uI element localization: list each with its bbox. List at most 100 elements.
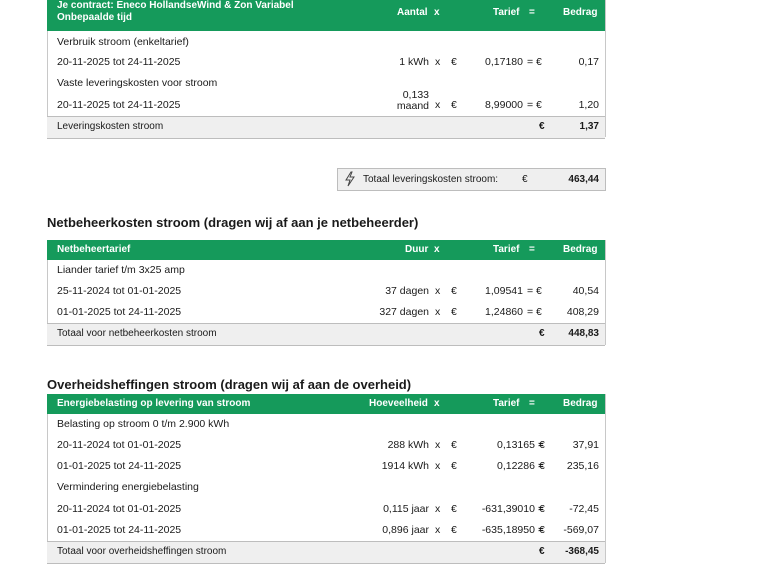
row-eq: €	[539, 460, 545, 472]
subheading-text: Liander tarief t/m 3x25 amp	[57, 264, 185, 276]
col-eq: =	[529, 7, 535, 18]
total-currency: €	[539, 328, 545, 339]
row-period: 20-11-2024 tot 01-01-2025	[57, 503, 182, 515]
col-total: Bedrag	[563, 398, 598, 409]
row-currency: €	[451, 460, 457, 472]
row-x: x	[435, 524, 441, 536]
row-rate: -635,18950 =	[481, 524, 544, 536]
header-label: Netbeheertarief	[57, 244, 131, 255]
col-rate: Tarief	[493, 398, 520, 409]
row-currency: €	[451, 306, 457, 318]
subheading-text: Verbruik stroom (enkeltarief)	[57, 36, 189, 48]
grand-total-amount: 463,44	[568, 174, 599, 185]
col-total: Bedrag	[563, 244, 598, 255]
row-amount: 37,91	[572, 439, 599, 451]
row-amount: 40,54	[572, 285, 599, 297]
lightning-icon	[343, 171, 357, 190]
subheading: Liander tarief t/m 3x25 amp	[47, 260, 605, 280]
row-qty: 1914 kWh	[381, 460, 429, 472]
row-rate: 0,12286 =	[496, 460, 544, 472]
network-table: Netbeheertarief Duur x Tarief = Bedrag L…	[47, 240, 605, 346]
total-amount: 1,37	[579, 121, 599, 132]
tax-section-title: Overheidsheffingen stroom (dragen wij af…	[47, 377, 412, 392]
row-eq: €	[539, 524, 545, 536]
col-total: Bedrag	[563, 7, 598, 18]
row-currency: €	[451, 503, 457, 515]
table-row: 01-01-2025 tot 24-11-2025 327 dagen x € …	[47, 302, 605, 323]
total-amount: 448,83	[568, 328, 599, 339]
row-currency: €	[451, 56, 457, 68]
row-period: 25-11-2024 tot 01-01-2025	[57, 285, 182, 297]
row-amount: -72,45	[569, 503, 599, 515]
total-label: Totaal voor overheidsheffingen stroom	[57, 546, 227, 557]
table-row: 25-11-2024 tot 01-01-2025 37 dagen x € 1…	[47, 280, 605, 302]
row-qty: 0,115 jaar	[383, 503, 429, 515]
col-duration: Duur	[405, 244, 429, 255]
row-period: 01-01-2025 tot 24-11-2025	[57, 460, 182, 472]
row-amount: 1,20	[578, 99, 599, 111]
table-row: 20-11-2024 tot 01-01-2025 0,115 jaar x €…	[47, 498, 605, 520]
row-amount: 235,16	[566, 460, 599, 472]
row-currency: €	[451, 439, 457, 451]
contract-duration: Onbepaalde tijd	[57, 12, 133, 23]
row-eq: €	[539, 503, 545, 515]
total-amount: -368,45	[565, 546, 599, 557]
row-period: 20-11-2025 tot 24-11-2025	[57, 56, 181, 68]
row-amount: -569,07	[563, 524, 599, 536]
subheading: Vaste leveringskosten voor stroom	[47, 74, 605, 94]
row-x: x	[435, 285, 441, 297]
col-x: x	[434, 7, 440, 18]
row-x: x	[435, 56, 441, 68]
row-qty: 0,896 jaar	[382, 524, 429, 536]
network-total-row: Totaal voor netbeheerkosten stroom € 448…	[47, 323, 605, 346]
row-qty: 37 dagen	[385, 285, 429, 297]
network-section-title: Netbeheerkosten stroom (dragen wij af aa…	[47, 215, 419, 230]
row-period: 20-11-2025 tot 24-11-2025	[57, 99, 181, 111]
total-label: Leveringskosten stroom	[57, 121, 164, 132]
row-rate: 0,17180	[485, 56, 523, 68]
subheading: Verbruik stroom (enkeltarief)	[47, 31, 605, 52]
col-x: x	[434, 244, 440, 255]
col-rate: Tarief	[493, 244, 520, 255]
tax-total-row: Totaal voor overheidsheffingen stroom € …	[47, 541, 605, 564]
row-eq: = €	[527, 306, 542, 318]
supply-table: Je contract: Eneco HollandseWind & Zon V…	[47, 0, 605, 139]
col-quantity: Hoeveelheid	[369, 398, 428, 409]
col-amount: Aantal	[397, 7, 428, 18]
row-rate: 1,09541	[485, 285, 523, 297]
row-amount: 408,29	[566, 306, 599, 318]
grand-total-currency: €	[522, 174, 528, 185]
row-rate: 8,99000	[485, 99, 523, 111]
row-currency: €	[451, 99, 457, 111]
row-rate: 1,24860	[485, 306, 523, 318]
subheading: Vermindering energiebelasting	[47, 477, 605, 498]
row-eq: €	[539, 439, 545, 451]
row-qty: 288 kWh	[387, 439, 429, 451]
row-x: x	[435, 460, 441, 472]
row-x: x	[435, 306, 441, 318]
col-eq: =	[529, 244, 535, 255]
row-x: x	[435, 99, 441, 111]
subheading-text: Vaste leveringskosten voor stroom	[57, 77, 218, 89]
table-row: 01-01-2025 tot 24-11-2025 1914 kWh x € 0…	[47, 456, 605, 477]
table-row: 20-11-2025 tot 24-11-2025 1 kWh x € 0,17…	[47, 52, 605, 74]
table-row: 20-11-2024 tot 01-01-2025 288 kWh x € 0,…	[47, 434, 605, 456]
row-x: x	[435, 439, 441, 451]
subheading: Belasting op stroom 0 t/m 2.900 kWh	[47, 414, 605, 434]
row-qty-unit: maand	[396, 100, 429, 112]
row-qty: 1 kWh	[399, 56, 429, 68]
total-currency: €	[539, 546, 545, 557]
row-eq: = €	[527, 99, 542, 111]
table-row: 20-11-2025 tot 24-11-2025 0,133 maand x …	[47, 89, 605, 116]
tax-table: Energiebelasting op levering van stroom …	[47, 394, 605, 564]
grand-total-label: Totaal leveringskosten stroom:	[363, 174, 499, 185]
col-x: x	[434, 398, 440, 409]
tax-table-header: Energiebelasting op levering van stroom …	[47, 394, 605, 414]
total-currency: €	[539, 121, 545, 132]
row-period: 01-01-2025 tot 24-11-2025	[57, 306, 182, 318]
subheading-text: Vermindering energiebelasting	[57, 481, 199, 493]
header-label: Energiebelasting op levering van stroom	[57, 398, 251, 409]
col-eq: =	[529, 398, 535, 409]
row-eq: = €	[527, 56, 542, 68]
row-amount: 0,17	[578, 56, 599, 68]
